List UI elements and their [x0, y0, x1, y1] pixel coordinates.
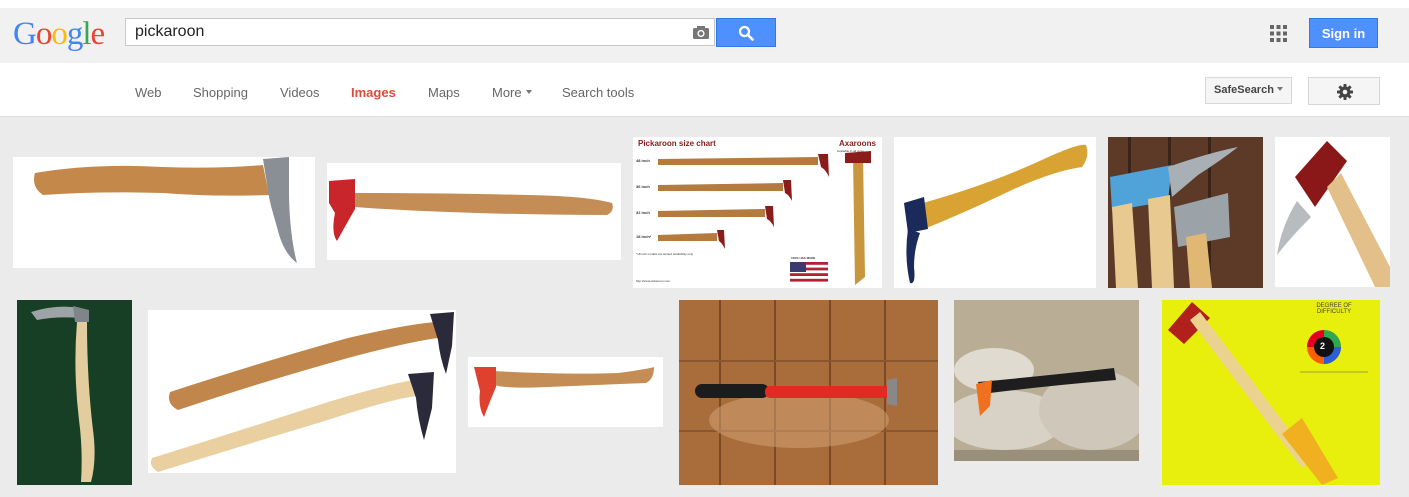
- logo-letter: o: [51, 16, 67, 52]
- size-label: 32 inch: [636, 210, 650, 215]
- difficulty-title: DEGREE OF DIFFICULTY: [1316, 303, 1352, 315]
- pickaroon-image: [1277, 141, 1390, 287]
- image-result[interactable]: DEGREE OF DIFFICULTY 2: [1162, 300, 1380, 485]
- settings-button[interactable]: [1308, 77, 1380, 105]
- image-result[interactable]: [679, 300, 938, 485]
- tab-images[interactable]: Images: [351, 85, 396, 100]
- chart-title: Pickaroon size chart: [638, 139, 716, 148]
- chart-brand-sub: Available in all sizes: [837, 149, 864, 153]
- pickaroon-image: [34, 157, 297, 263]
- pickaroon-image: [474, 367, 654, 417]
- tab-maps[interactable]: Maps: [428, 85, 460, 100]
- pickaroon-image: [1168, 302, 1368, 485]
- gear-icon: [1337, 84, 1353, 100]
- chart-made-label: 100% USA MADE: [791, 256, 816, 260]
- top-strip: [0, 0, 1409, 8]
- tab-web[interactable]: Web: [135, 85, 162, 100]
- pickaroon-image: [150, 312, 454, 472]
- image-result[interactable]: [954, 300, 1139, 461]
- logo-letter: e: [90, 16, 106, 52]
- sign-in-button[interactable]: Sign in: [1309, 18, 1378, 48]
- chevron-down-icon: [1276, 87, 1283, 92]
- pickaroon-image: [904, 144, 1088, 284]
- pickaroon-image: [679, 300, 938, 485]
- image-result[interactable]: [17, 300, 132, 485]
- safesearch-dropdown[interactable]: SafeSearch: [1205, 77, 1292, 104]
- google-logo[interactable]: Google: [13, 14, 106, 54]
- image-result[interactable]: [13, 157, 315, 268]
- image-result[interactable]: [327, 163, 621, 260]
- difficulty-value: 2: [1320, 341, 1326, 351]
- pickaroon-image: [1108, 137, 1263, 288]
- search-tools-button[interactable]: Search tools: [562, 85, 634, 100]
- safesearch-label: SafeSearch: [1214, 84, 1274, 96]
- logo-letter: l: [82, 16, 91, 52]
- apps-grid-icon[interactable]: [1270, 25, 1287, 42]
- nav-bar: Web Shopping Videos Images Maps More Sea…: [0, 63, 1409, 117]
- image-result[interactable]: [1108, 137, 1263, 288]
- image-result[interactable]: [894, 137, 1096, 288]
- tab-more[interactable]: More: [492, 85, 532, 100]
- top-bar: Google Sign in: [0, 0, 1409, 63]
- pickaroon-image: [17, 300, 132, 485]
- image-result[interactable]: Pickaroon size chart Axaroons Available …: [633, 137, 882, 288]
- search-icon: [738, 25, 754, 41]
- image-result[interactable]: [148, 310, 456, 473]
- chart-footnote: *18 inch models are limited availability…: [636, 252, 694, 256]
- tab-more-label: More: [492, 85, 522, 100]
- pickaroon-size-chart-image: [658, 151, 871, 285]
- pickaroon-image: [329, 179, 613, 241]
- pickaroon-image: [954, 300, 1139, 461]
- image-result[interactable]: [468, 357, 663, 427]
- image-result[interactable]: [1275, 137, 1390, 287]
- camera-icon[interactable]: [692, 24, 710, 40]
- logo-letter: g: [66, 16, 83, 52]
- tab-videos[interactable]: Videos: [280, 85, 320, 100]
- size-label: 36 inch: [636, 184, 650, 189]
- tab-shopping[interactable]: Shopping: [193, 85, 248, 100]
- size-label: 18 inch*: [636, 234, 652, 239]
- chart-brand: Axaroons: [839, 139, 876, 148]
- logo-letter: G: [13, 16, 37, 52]
- search-box[interactable]: [125, 18, 715, 46]
- search-button[interactable]: [716, 18, 776, 47]
- chevron-down-icon: [525, 89, 532, 94]
- logo-letter: o: [35, 16, 52, 52]
- chart-url: http://www.pickaroon.com: [636, 279, 671, 283]
- size-label: 48 inch: [636, 158, 650, 163]
- search-input[interactable]: [135, 19, 675, 45]
